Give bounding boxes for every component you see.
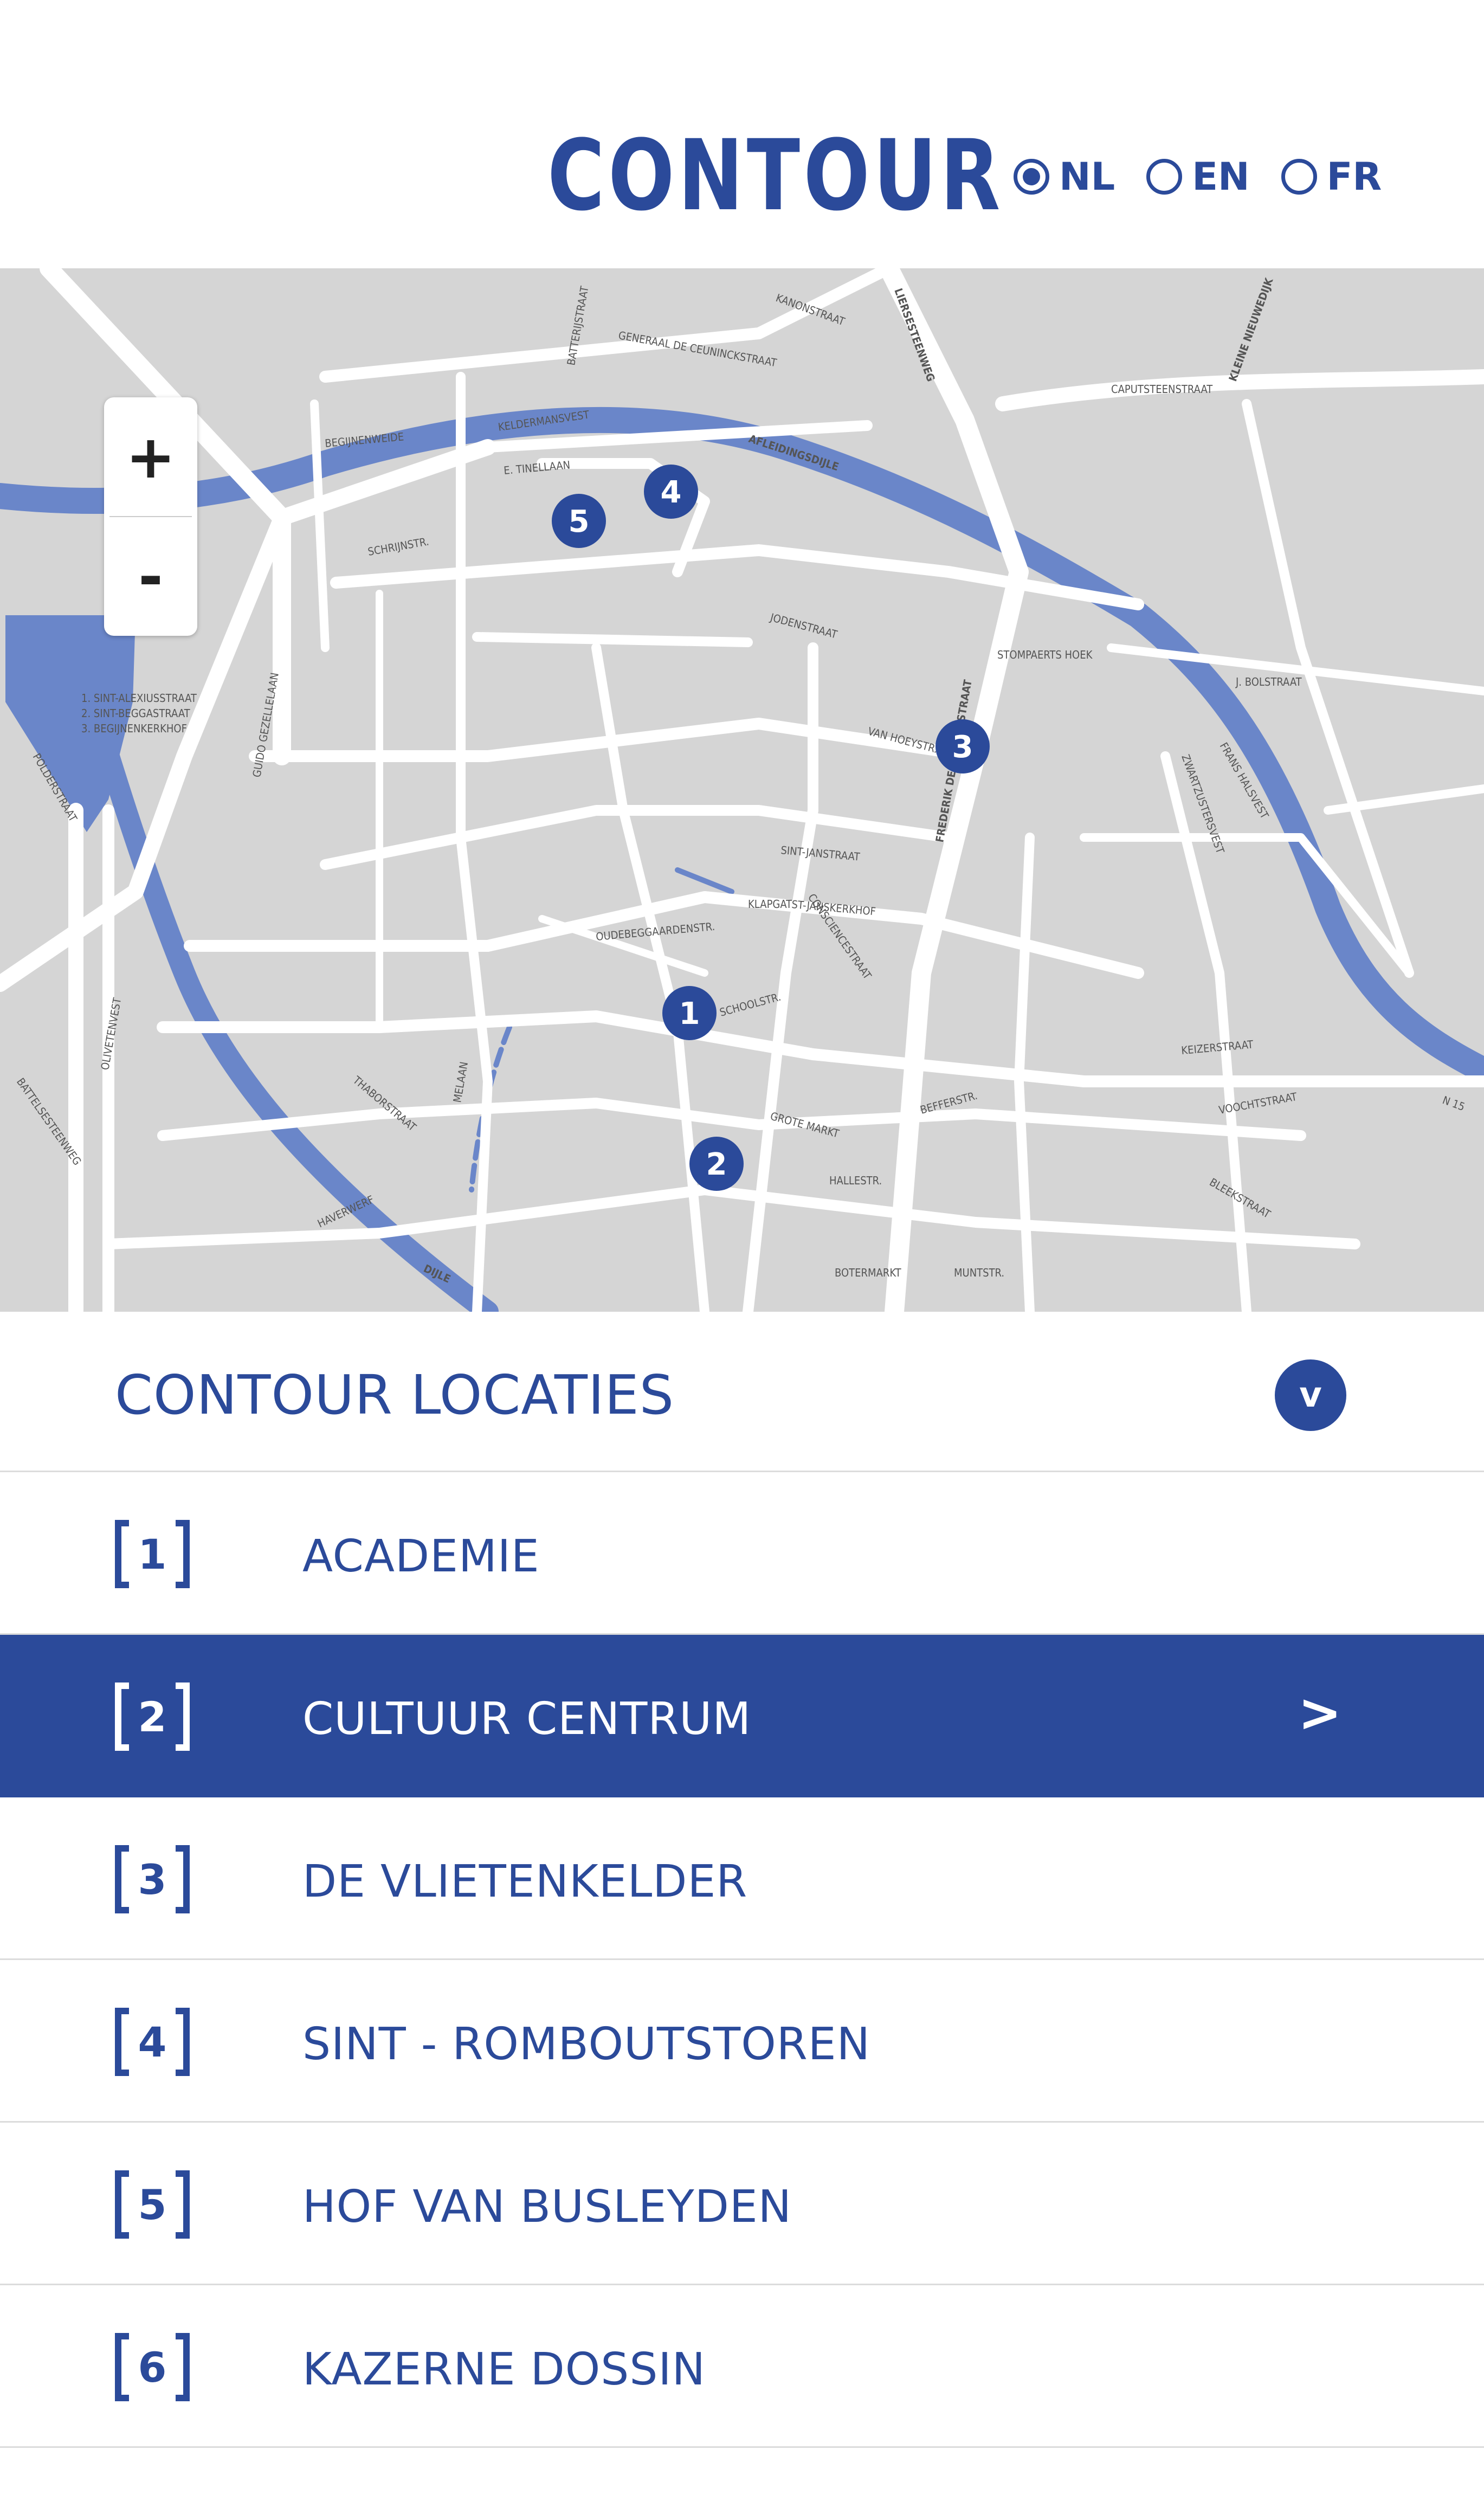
- svg-text:JODENSTRAAT: JODENSTRAAT: [769, 610, 840, 641]
- svg-text:KLEINE NIEUWEDIJK: KLEINE NIEUWEDIJK: [1226, 276, 1276, 383]
- svg-text:THABORSTRAAT: THABORSTRAAT: [350, 1073, 419, 1134]
- location-label: ACADEMIE: [302, 1531, 540, 1582]
- lang-option-en[interactable]: EN: [1146, 154, 1250, 199]
- location-label: CULTUUR CENTRUM: [302, 1693, 752, 1745]
- location-number: 6: [115, 2333, 190, 2401]
- location-item-de-vlietenkelder[interactable]: 3 DE VLIETENKELDER: [0, 1797, 1484, 1960]
- location-item-cultuur-centrum[interactable]: 2 CULTUUR CENTRUM >: [0, 1635, 1484, 1797]
- svg-text:SCHOOLSTR.: SCHOOLSTR.: [718, 990, 782, 1019]
- svg-text:E. TINELLAAN: E. TINELLAAN: [503, 458, 571, 477]
- zoom-out-button[interactable]: -: [104, 517, 197, 636]
- location-item-kazerne-dossin[interactable]: 6 KAZERNE DOSSIN: [0, 2285, 1484, 2448]
- map-pin-2[interactable]: 2: [689, 1137, 744, 1191]
- location-number: 3: [115, 1845, 190, 1913]
- radio-nl-icon[interactable]: [1014, 159, 1049, 195]
- contour-logo[interactable]: CONTOUR: [547, 127, 1004, 225]
- svg-text:3: 3: [952, 730, 973, 765]
- svg-text:3. BEGIJNENKERKHOF: 3. BEGIJNENKERKHOF: [81, 722, 187, 735]
- location-label: KAZERNE DOSSIN: [302, 2344, 706, 2395]
- svg-text:2. SINT-BEGGASTRAAT: 2. SINT-BEGGASTRAAT: [81, 707, 191, 720]
- svg-text:J. BOLSTRAAT: J. BOLSTRAAT: [1235, 675, 1302, 688]
- svg-text:HALLESTR.: HALLESTR.: [829, 1174, 882, 1187]
- svg-text:CAPUTSTEENSTRAAT: CAPUTSTEENSTRAAT: [1111, 383, 1213, 396]
- svg-text:MUNTSTR.: MUNTSTR.: [954, 1266, 1004, 1279]
- chevron-right-icon[interactable]: >: [1298, 1683, 1341, 1743]
- zoom-control: + -: [104, 397, 197, 636]
- lang-label-nl: NL: [1059, 154, 1115, 199]
- svg-text:STOMPAERTS HOEK: STOMPAERTS HOEK: [997, 648, 1093, 661]
- location-number: 2: [115, 1683, 190, 1751]
- location-item-academie[interactable]: 1 ACADEMIE: [0, 1472, 1484, 1635]
- lang-option-fr[interactable]: FR: [1281, 154, 1382, 199]
- svg-text:1. SINT-ALEXIUSSTRAAT: 1. SINT-ALEXIUSSTRAAT: [81, 692, 197, 705]
- language-selector: NL EN FR: [1014, 154, 1413, 199]
- location-number: 5: [115, 2170, 190, 2239]
- locaties-title: CONTOUR LOCATIES: [115, 1363, 675, 1427]
- map-pin-3[interactable]: 3: [935, 719, 990, 773]
- svg-text:SINT-JANSTRAAT: SINT-JANSTRAAT: [780, 843, 861, 863]
- svg-text:KEIZERSTRAAT: KEIZERSTRAAT: [1180, 1037, 1254, 1057]
- locaties-header[interactable]: CONTOUR LOCATIES v: [0, 1312, 1484, 1472]
- lang-label-fr: FR: [1326, 154, 1382, 199]
- location-number: 4: [115, 2008, 190, 2076]
- city-map[interactable]: CAPUTSTEENSTRAAT KELDERMANSVEST AFLEIDIN…: [0, 268, 1484, 1312]
- svg-text:BOTERMARKT: BOTERMARKT: [835, 1266, 902, 1279]
- lang-label-en: EN: [1192, 154, 1250, 199]
- zoom-in-button[interactable]: +: [104, 397, 197, 516]
- svg-text:SCHRIJNSTR.: SCHRIJNSTR.: [367, 534, 430, 558]
- svg-text:MELAAN: MELAAN: [450, 1061, 470, 1104]
- locaties-list: 1 ACADEMIE 2 CULTUUR CENTRUM > 3 DE VLIE…: [0, 1472, 1484, 2448]
- location-number: 1: [115, 1520, 190, 1588]
- location-label: HOF VAN BUSLEYDEN: [302, 2181, 792, 2233]
- svg-text:OLIVETENVEST: OLIVETENVEST: [98, 996, 124, 1071]
- collapse-chevron-icon[interactable]: v: [1275, 1359, 1346, 1431]
- location-label: DE VLIETENKELDER: [302, 1856, 748, 1907]
- map-pin-4[interactable]: 4: [644, 465, 698, 519]
- map-canvas[interactable]: CAPUTSTEENSTRAAT KELDERMANSVEST AFLEIDIN…: [0, 268, 1484, 1312]
- lang-option-nl[interactable]: NL: [1014, 154, 1115, 199]
- radio-en-icon[interactable]: [1146, 159, 1183, 195]
- location-label: SINT - ROMBOUTSTOREN: [302, 2019, 870, 2070]
- svg-text:4: 4: [661, 475, 682, 510]
- app-header: CONTOUR NL EN FR: [0, 0, 1484, 268]
- radio-fr-icon[interactable]: [1281, 159, 1317, 195]
- svg-text:2: 2: [706, 1147, 727, 1182]
- location-item-hof-van-busleyden[interactable]: 5 HOF VAN BUSLEYDEN: [0, 2123, 1484, 2285]
- svg-text:N 15: N 15: [1441, 1093, 1467, 1113]
- location-item-sint-romboutstoren[interactable]: 4 SINT - ROMBOUTSTOREN: [0, 1960, 1484, 2123]
- map-pin-1[interactable]: 1: [662, 986, 717, 1040]
- svg-text:KLAPGAT: KLAPGAT: [748, 898, 792, 911]
- svg-text:5: 5: [569, 504, 590, 539]
- svg-text:1: 1: [679, 996, 700, 1032]
- map-pin-5[interactable]: 5: [552, 494, 606, 548]
